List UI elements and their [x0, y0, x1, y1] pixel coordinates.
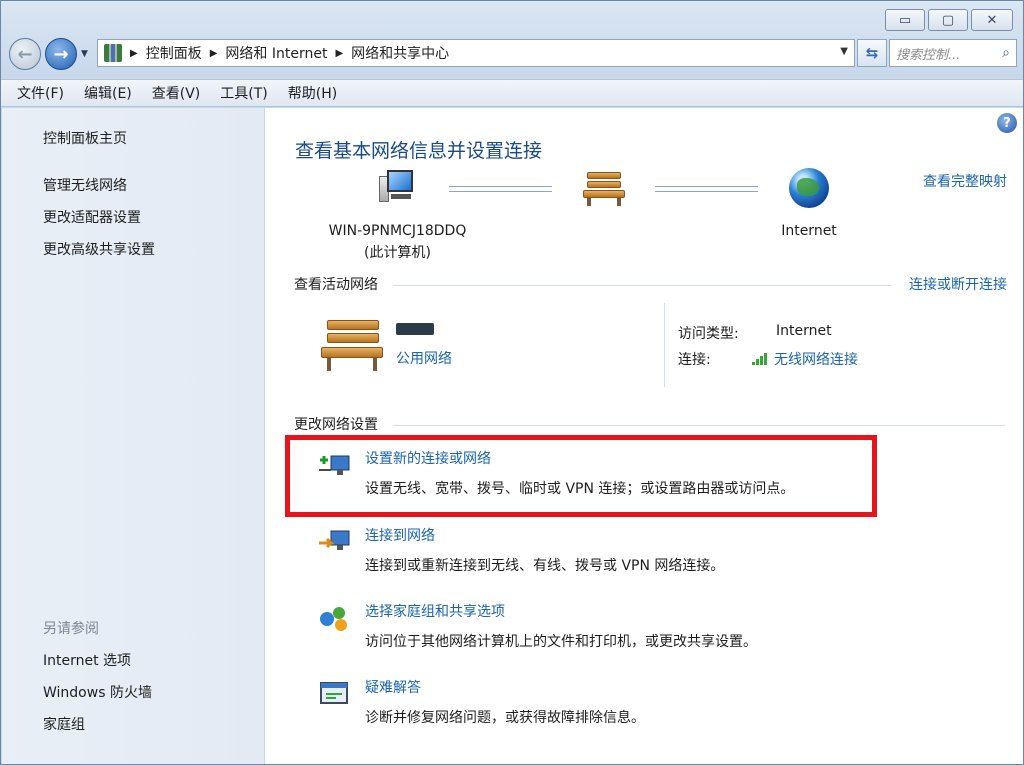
- menu-file[interactable]: 文件(F): [17, 83, 64, 103]
- homegroup-desc: 访问位于其他网络计算机上的文件和打印机，或更改共享设置。: [365, 634, 757, 650]
- task-troubleshoot: 疑难解答 诊断并修复网络问题，或获得故障排除信息。: [315, 677, 915, 733]
- close-button[interactable]: ✕: [971, 9, 1013, 31]
- connect-network-desc: 连接到或重新连接到无线、有线、拨号或 VPN 网络连接。: [365, 558, 725, 574]
- this-computer-node: WIN-9PNMCJ18DDQ (此计算机): [315, 220, 480, 264]
- active-networks-heading: 查看活动网络: [294, 277, 378, 293]
- network-icon: [104, 44, 122, 62]
- see-also-heading: 另请参阅: [43, 621, 99, 637]
- recent-pages-dropdown[interactable]: ▼: [81, 49, 88, 59]
- highlight-box: [285, 435, 877, 517]
- refresh-icon: ⇆: [865, 44, 879, 62]
- help-icon[interactable]: ?: [997, 113, 1017, 133]
- menu-help[interactable]: 帮助(H): [288, 83, 337, 103]
- breadcrumb-separator-icon[interactable]: ▶: [130, 48, 138, 59]
- breadcrumb-network-internet[interactable]: 网络和 Internet: [225, 43, 327, 63]
- access-type-value: Internet: [776, 323, 832, 339]
- connect-disconnect-link[interactable]: 连接或断开连接: [909, 274, 1007, 294]
- window: ▭ ▢ ✕ ← → ▼ ▶ 控制面板 ▶ 网络和 Internet ▶ 网络和共…: [0, 0, 1024, 765]
- public-network-bench-icon: [321, 320, 383, 372]
- address-bar[interactable]: ▶ 控制面板 ▶ 网络和 Internet ▶ 网络和共享中心 ▼: [97, 39, 855, 67]
- sidebar: 控制面板主页 管理无线网络 更改适配器设置 更改高级共享设置 另请参阅 Inte…: [2, 108, 264, 764]
- back-button[interactable]: ←: [9, 38, 41, 70]
- connect-network-icon: [319, 530, 350, 550]
- connection-line: [449, 186, 552, 192]
- connection-line: [655, 186, 758, 192]
- access-type-label: 访问类型:: [678, 326, 739, 342]
- breadcrumb-network-sharing-center[interactable]: 网络和共享中心: [351, 43, 449, 63]
- divider: [664, 303, 665, 387]
- troubleshoot-desc: 诊断并修复网络问题，或获得故障排除信息。: [365, 710, 645, 726]
- wireless-connection-link[interactable]: 无线网络连接: [752, 349, 858, 369]
- menu-view[interactable]: 查看(V): [152, 83, 201, 103]
- internet-globe-icon: [789, 168, 829, 208]
- internet-label: Internet: [781, 223, 837, 239]
- forward-arrow-icon: →: [53, 43, 69, 65]
- see-also-internet-options[interactable]: Internet 选项: [43, 650, 131, 670]
- page-title: 查看基本网络信息并设置连接: [295, 140, 543, 162]
- breadcrumb-separator-icon[interactable]: ▶: [335, 48, 343, 59]
- wifi-signal-icon: [752, 353, 770, 365]
- menu-edit[interactable]: 编辑(E): [84, 83, 132, 103]
- maximize-button[interactable]: ▢: [928, 9, 968, 31]
- search-icon[interactable]: ⌕: [1002, 45, 1010, 61]
- connection-label: 连接:: [678, 352, 711, 368]
- task-homegroup: 选择家庭组和共享选项 访问位于其他网络计算机上的文件和打印机，或更改共享设置。: [315, 601, 915, 657]
- homegroup-link[interactable]: 选择家庭组和共享选项: [365, 601, 505, 621]
- address-dropdown-icon[interactable]: ▼: [840, 46, 848, 57]
- computer-sub: (此计算机): [364, 245, 431, 261]
- sidebar-control-panel-home[interactable]: 控制面板主页: [43, 128, 127, 148]
- connection-value: 无线网络连接: [774, 352, 858, 368]
- menu-tools[interactable]: 工具(T): [220, 83, 267, 103]
- task-connect-network: 连接到网络 连接到或重新连接到无线、有线、拨号或 VPN 网络连接。: [315, 525, 915, 581]
- troubleshoot-link[interactable]: 疑难解答: [365, 677, 421, 697]
- troubleshoot-icon: [320, 682, 348, 704]
- sidebar-adapter-settings[interactable]: 更改适配器设置: [43, 207, 141, 227]
- minimize-button[interactable]: ▭: [885, 9, 925, 31]
- view-full-map-link[interactable]: 查看完整映射: [923, 171, 1007, 191]
- breadcrumb-separator-icon[interactable]: ▶: [210, 48, 218, 59]
- breadcrumb-control-panel[interactable]: 控制面板: [146, 43, 202, 63]
- computer-name: WIN-9PNMCJ18DDQ: [328, 223, 467, 239]
- refresh-button[interactable]: ⇆: [857, 39, 887, 67]
- network-type-link[interactable]: 公用网络: [396, 348, 452, 368]
- see-also-homegroup[interactable]: 家庭组: [43, 714, 85, 734]
- divider: [393, 285, 891, 286]
- see-also-windows-firewall[interactable]: Windows 防火墙: [43, 682, 152, 702]
- homegroup-icon: [320, 607, 347, 631]
- search-input[interactable]: 搜索控制... ⌕: [889, 39, 1017, 67]
- bench-icon: [583, 172, 625, 206]
- sidebar-manage-wireless[interactable]: 管理无线网络: [43, 175, 127, 195]
- forward-button[interactable]: →: [45, 38, 77, 70]
- connect-network-link[interactable]: 连接到网络: [365, 525, 435, 545]
- menu-bar: 文件(F) 编辑(E) 查看(V) 工具(T) 帮助(H): [1, 79, 1023, 107]
- back-arrow-icon: ←: [17, 43, 33, 65]
- caption-buttons: ▭ ▢ ✕: [885, 9, 1013, 31]
- address-row: ← → ▼ ▶ 控制面板 ▶ 网络和 Internet ▶ 网络和共享中心 ▼ …: [9, 35, 1017, 71]
- network-name-redacted: [396, 323, 434, 335]
- computer-icon: [377, 168, 417, 204]
- divider: [393, 425, 1005, 426]
- sidebar-advanced-sharing[interactable]: 更改高级共享设置: [43, 239, 155, 259]
- search-placeholder: 搜索控制...: [896, 47, 961, 63]
- change-settings-heading: 更改网络设置: [294, 417, 378, 433]
